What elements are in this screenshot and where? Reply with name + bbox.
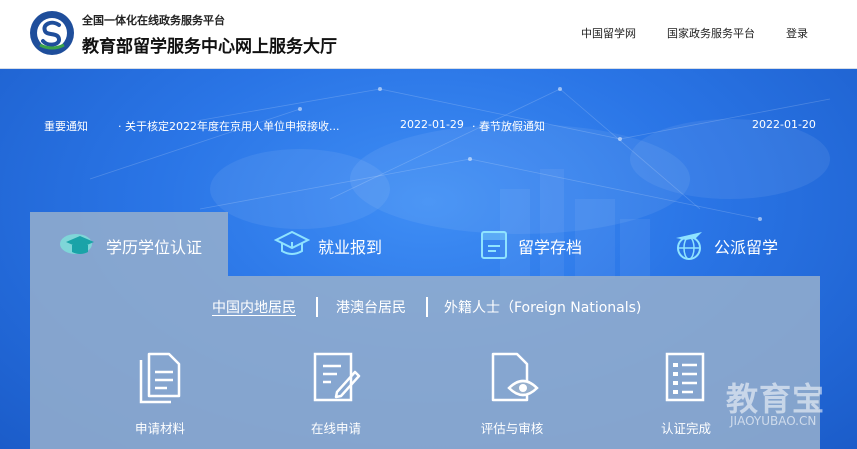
mortarboard-icon [274, 230, 310, 255]
subtab-hk-macao-taiwan[interactable]: 港澳台居民 [336, 297, 406, 317]
site-title: 教育部留学服务中心网上服务大厅 [82, 37, 337, 57]
watermark: 教育宝 JIAOYUBAO.CN [726, 374, 825, 428]
step-label: 申请材料 [134, 421, 185, 436]
step-label: 认证完成 [660, 421, 711, 436]
notice-bar: 重要通知 · 关于核定2022年度在京用人单位申报接收... 2022-01-2… [0, 110, 857, 140]
tab-label: 留学存档 [518, 238, 583, 257]
subtab-divider [426, 297, 428, 317]
nav-link-gov-platform[interactable]: 国家政务服务平台 [667, 25, 755, 41]
notice-date: 2022-01-29 [400, 118, 464, 131]
edit-form-icon [313, 352, 361, 402]
notice-link[interactable]: · 关于核定2022年度在京用人单位申报接收... [118, 118, 339, 134]
documents-icon [139, 352, 181, 404]
tab-label: 就业报到 [318, 238, 383, 257]
notice-date: 2022-01-20 [752, 118, 816, 131]
graduation-cap-cloud-icon [60, 234, 94, 254]
tab-employment-registration[interactable]: 就业报到 [262, 212, 422, 276]
login-link[interactable]: 登录 [786, 25, 808, 41]
subtab-mainland-residents[interactable]: 中国内地居民 [212, 297, 296, 317]
step-label: 在线申请 [310, 421, 361, 436]
subtab-divider [316, 297, 318, 317]
tab-label: 公派留学 [714, 238, 779, 257]
site-logo[interactable] [30, 11, 74, 55]
site-subtitle: 全国一体化在线政务服务平台 [82, 14, 225, 27]
step-label: 评估与审核 [480, 421, 544, 436]
review-eye-icon [491, 352, 539, 402]
notice-link[interactable]: · 春节放假通知 [472, 118, 545, 134]
tab-label: 学历学位认证 [106, 238, 203, 257]
subtab-foreign-nationals[interactable]: 外籍人士（Foreign Nationals) [444, 297, 641, 317]
checklist-icon [665, 352, 705, 402]
site-header: 全国一体化在线政务服务平台 教育部留学服务中心网上服务大厅 中国留学网 国家政务… [0, 0, 857, 69]
watermark-domain: JIAOYUBAO.CN [730, 414, 817, 428]
tab-degree-certification[interactable]: 学历学位认证 [30, 212, 228, 276]
tab-government-sponsored[interactable]: 公派留学 [668, 212, 818, 276]
airplane-globe-icon [676, 232, 702, 260]
nav-link-cscse[interactable]: 中国留学网 [581, 25, 636, 41]
tab-study-abroad-archive[interactable]: 留学存档 [470, 212, 630, 276]
logo-emblem-icon [32, 13, 72, 53]
archive-folder-icon [481, 231, 507, 259]
notice-tag: 重要通知 [44, 120, 88, 133]
